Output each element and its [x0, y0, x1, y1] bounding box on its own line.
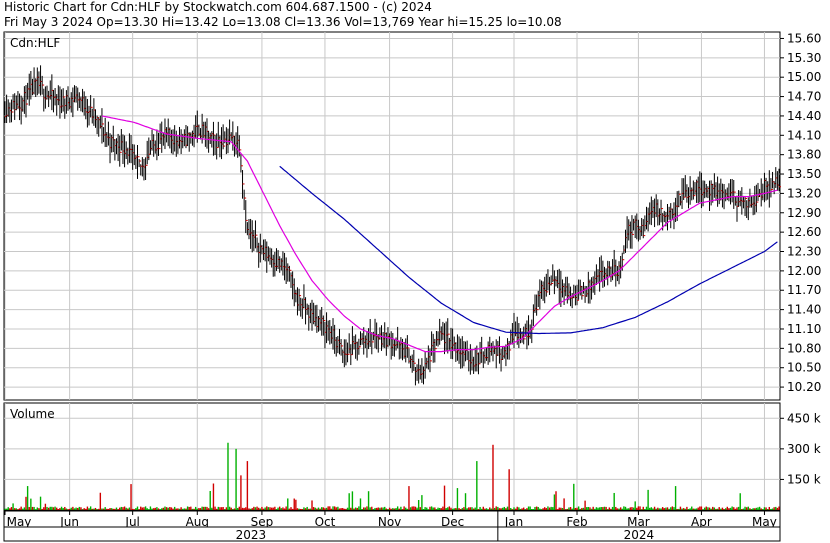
volume-tick-label: 300 k: [787, 442, 821, 456]
volume-tick-label: 150 k: [787, 472, 821, 486]
y-tick-label: 10.50: [787, 361, 821, 375]
y-tick-label: 10.20: [787, 380, 821, 394]
y-tick-label: 12.00: [787, 264, 821, 278]
y-tick-label: 11.10: [787, 322, 821, 336]
year-axis: [3, 526, 781, 542]
y-tick-label: 10.80: [787, 341, 821, 355]
y-tick-label: 13.50: [787, 167, 821, 181]
y-tick-label: 13.20: [787, 186, 821, 200]
y-tick-label: 11.70: [787, 283, 821, 297]
volume-panel: [3, 402, 781, 511]
year-label: 2023: [236, 528, 267, 542]
stock-chart: 15.60 15.30 15.00 14.70 14.40 14.10 13.80 13.50…: [3, 31, 821, 542]
y-tick-label: 13.80: [787, 148, 821, 162]
y-tick-label: 14.40: [787, 109, 821, 123]
y-tick-label: 12.60: [787, 225, 821, 239]
y-tick-label: 14.10: [787, 128, 821, 142]
y-tick-label: 11.40: [787, 303, 821, 317]
volume-label: Volume: [10, 407, 55, 421]
price-panel: [3, 31, 781, 401]
volume-tick-label: 450 k: [787, 411, 821, 425]
y-tick-label: 14.70: [787, 90, 821, 104]
symbol-label: Cdn:HLF: [10, 36, 60, 50]
y-tick-label: 15.60: [787, 31, 821, 45]
y-tick-label: 15.30: [787, 51, 821, 65]
year-label: 2024: [624, 528, 655, 542]
y-tick-label: 15.00: [787, 70, 821, 84]
y-tick-label: 12.90: [787, 206, 821, 220]
y-tick-label: 12.30: [787, 245, 821, 259]
